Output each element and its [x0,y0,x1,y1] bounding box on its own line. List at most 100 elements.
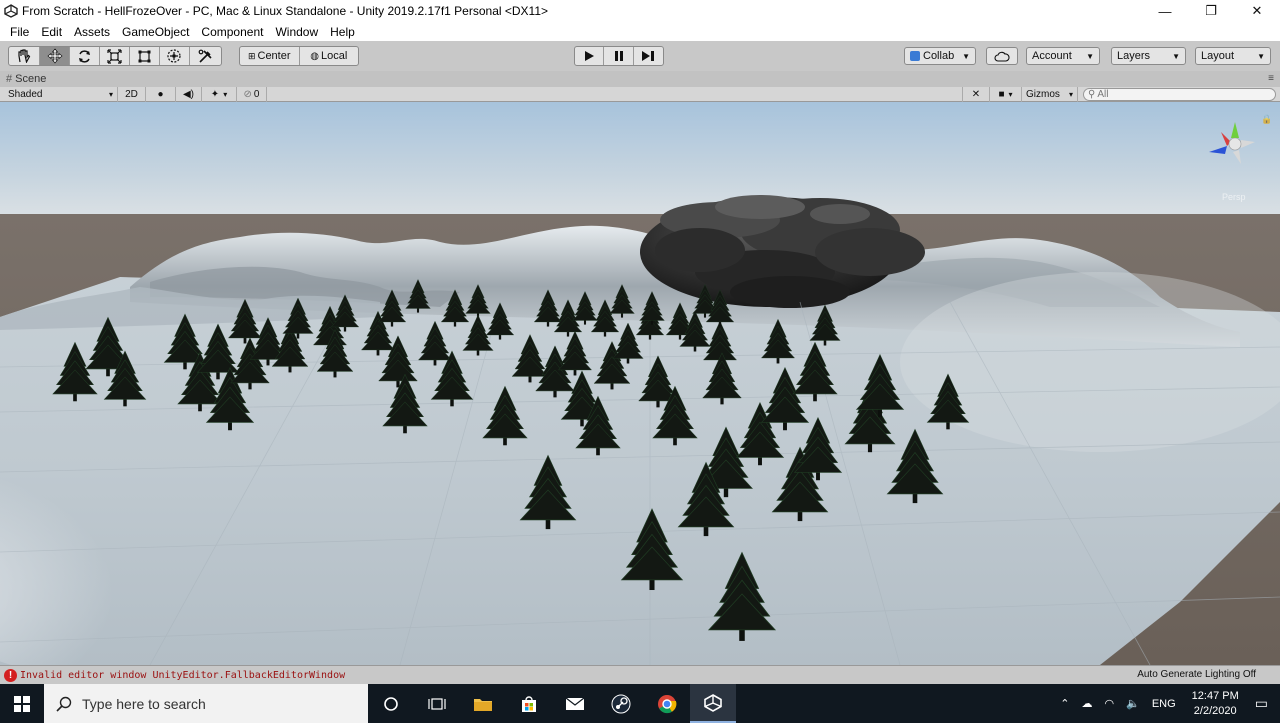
rotate-tool-button[interactable] [70,47,101,65]
cortana-button[interactable] [368,684,414,723]
transform-all-icon [167,49,182,63]
maximize-button[interactable]: ❐ [1188,0,1234,22]
scene-tab[interactable]: # Scene ≡ [0,71,1280,87]
gizmos-dropdown[interactable]: Gizmos ▾ [1022,87,1078,102]
hidden-objects-toggle[interactable]: ⊘ 0 [237,87,267,102]
volume-icon[interactable]: 🔈 [1126,697,1140,710]
taskbar-search-input[interactable]: Type here to search [44,684,368,723]
store-bag-icon [522,695,536,712]
effects-icon: ✦ [210,89,220,100]
chrome-button[interactable] [644,684,690,723]
layers-dropdown[interactable]: Layers ▼ [1111,47,1186,65]
layout-dropdown[interactable]: Layout ▼ [1195,47,1271,65]
audio-toggle[interactable]: ◀) [176,87,202,102]
minimize-button[interactable]: — [1142,0,1188,22]
rect-transform-icon [138,50,151,62]
scene-tools-button[interactable]: ✕ [962,87,990,102]
menu-file[interactable]: File [4,25,35,39]
menu-bar: File Edit Assets GameObject Component Wi… [0,22,1280,41]
step-icon [642,51,655,61]
chevron-down-icon: ▾ [1068,90,1073,99]
lock-icon[interactable]: 🔒 [1261,114,1272,124]
2d-label: 2D [125,89,138,100]
hand-icon [18,49,31,63]
steam-icon [611,694,631,713]
services-button[interactable] [986,47,1018,65]
pivot-space-button[interactable]: ◍ Local [300,47,359,65]
mail-icon [565,697,585,710]
notification-icon[interactable]: ▭ [1255,695,1268,712]
onedrive-cloud-icon[interactable]: ☁ [1082,697,1093,710]
language-indicator[interactable]: ENG [1152,698,1176,710]
unity-icon [704,693,722,712]
scale-icon [107,48,122,64]
file-explorer-button[interactable] [460,684,506,723]
cloud-upload-icon [910,51,920,61]
chevron-down-icon: ▼ [1172,51,1180,61]
pause-button[interactable] [604,47,634,65]
start-button[interactable] [0,684,44,723]
chevron-down-icon: ▼ [962,51,970,61]
error-icon: ! [4,668,17,682]
close-button[interactable]: ✕ [1234,0,1280,22]
chevron-down-icon: ▾ [108,90,113,99]
pause-icon [614,51,623,61]
speaker-icon: ◀) [182,89,195,100]
draw-mode-dropdown[interactable]: Shaded ▾ [0,87,118,102]
transform-tool-button[interactable] [160,47,191,65]
search-icon [56,696,72,712]
clock-date: 2/2/2020 [1193,704,1237,717]
play-icon [585,51,595,61]
pivot-icon: ⊞ [247,50,256,61]
search-icon: ⚲ [1088,89,1096,100]
task-view-icon [428,697,446,710]
main-toolbar: ⊞ Center ◍ Local Collab ▼ Account ▼ Laye [0,41,1280,71]
taskbar-search-placeholder: Type here to search [82,695,206,712]
status-bar: ! Invalid editor window UnityEditor.Fall… [0,665,1280,684]
rotate-icon [79,49,91,63]
scene-control-bar: Shaded ▾ 2D ● ◀) ✦ ▾ ⊘ 0 ✕ ■ ▾ Gizmos ▾ … [0,87,1280,102]
store-button[interactable] [506,684,552,723]
task-view-button[interactable] [414,684,460,723]
menu-window[interactable]: Window [269,25,324,39]
menu-gameobject[interactable]: GameObject [116,25,195,39]
camera-dropdown[interactable]: ■ ▾ [990,87,1022,102]
scene-search-input[interactable]: ⚲ All [1083,88,1276,101]
chevron-up-icon[interactable]: ⌃ [1060,697,1069,710]
collab-dropdown[interactable]: Collab ▼ [904,47,976,65]
menu-component[interactable]: Component [195,25,269,39]
pivot-controls: ⊞ Center ◍ Local [239,46,359,66]
menu-help[interactable]: Help [324,25,361,39]
clock[interactable]: 12:47 PM 2/2/2020 [1192,689,1239,719]
cortana-icon [384,696,398,711]
eye-off-icon: ⊘ [243,89,252,100]
tools-icon [198,49,212,63]
rect-tool-button[interactable] [130,47,160,65]
menu-assets[interactable]: Assets [68,25,116,39]
lighting-toggle[interactable]: ● [146,87,176,102]
menu-edit[interactable]: Edit [35,25,68,39]
wifi-icon[interactable]: ◠ [1105,697,1115,710]
effects-dropdown[interactable]: ✦ ▾ [202,87,237,102]
account-dropdown[interactable]: Account ▼ [1026,47,1100,65]
step-button[interactable] [634,47,663,65]
steam-button[interactable] [598,684,644,723]
status-error-message[interactable]: Invalid editor window UnityEditor.Fallba… [20,670,345,681]
2d-toggle[interactable]: 2D [118,87,146,102]
unity-taskbar-button[interactable] [690,684,736,723]
mail-button[interactable] [552,684,598,723]
hidden-count: 0 [253,89,260,100]
layers-label: Layers [1117,50,1151,62]
scale-tool-button[interactable] [100,47,130,65]
windows-logo-icon [14,695,30,712]
globe-icon: ◍ [310,50,319,62]
play-button[interactable] [575,47,605,65]
custom-tool-button[interactable] [190,47,221,65]
pivot-mode-button[interactable]: ⊞ Center [240,47,300,65]
scene-viewport[interactable]: Persp 🔒 [0,102,1280,665]
layout-label: Layout [1201,50,1235,62]
move-tool-button[interactable] [39,47,71,65]
tab-menu-icon[interactable]: ≡ [1268,73,1274,84]
hand-tool-button[interactable] [9,47,40,65]
scene-tab-label: Scene [15,73,47,85]
